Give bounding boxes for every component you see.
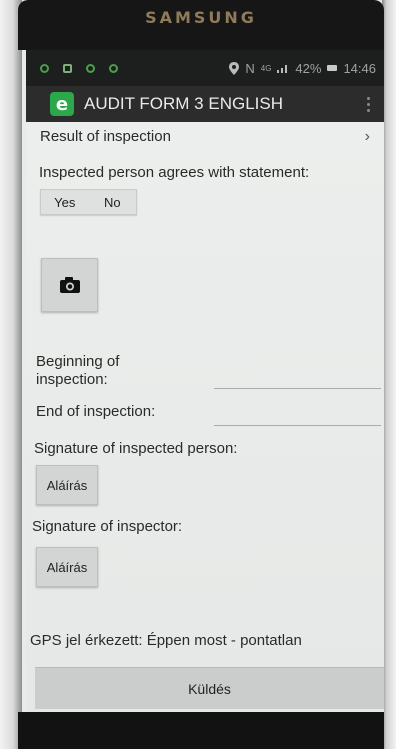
end-of-inspection-field[interactable] — [214, 405, 381, 426]
location-icon — [229, 61, 240, 75]
device-brand-logo: SAMSUNG — [145, 8, 257, 27]
app-bar: e AUDIT FORM 3 ENGLISH — [26, 86, 384, 122]
camera-icon — [59, 277, 80, 293]
notification-icon — [86, 63, 95, 73]
battery-icon — [327, 65, 338, 71]
end-of-inspection-label: End of inspection: — [36, 403, 156, 420]
agree-label: Inspected person agrees with statement: — [39, 164, 310, 181]
notification-icon — [109, 63, 118, 73]
overflow-menu-icon[interactable] — [362, 96, 374, 112]
signature-inspected-person-label: Signature of inspected person: — [34, 440, 238, 457]
notification-icons — [40, 63, 118, 73]
agree-no-option[interactable]: No — [89, 195, 137, 210]
agree-yes-option[interactable]: Yes — [41, 195, 89, 210]
gps-status-text: GPS jel érkezett: Éppen most - pontatlan — [30, 632, 302, 649]
nfc-icon: N — [245, 60, 255, 76]
signature-inspector-button[interactable]: Aláírás — [36, 547, 98, 587]
clock: 14:46 — [343, 60, 376, 76]
status-bar: N 4G 42% 14:46 — [26, 50, 384, 86]
agree-toggle[interactable]: Yes No — [40, 189, 137, 215]
phone-bezel-right — [382, 0, 396, 749]
result-of-inspection-label: Result of inspection — [40, 128, 171, 145]
beginning-of-inspection-field[interactable] — [214, 369, 381, 389]
notification-icon — [40, 63, 49, 73]
signature-inspector-label: Signature of inspector: — [32, 518, 183, 535]
chevron-right-icon: › — [364, 128, 370, 145]
image-notification-icon — [63, 63, 72, 73]
network-4g-icon: 4G — [260, 63, 272, 73]
signature-inspected-person-button[interactable]: Aláírás — [36, 465, 98, 505]
result-of-inspection-row[interactable]: Result of inspection › — [40, 128, 370, 146]
app-logo-icon: e — [50, 92, 74, 116]
signal-icon — [277, 65, 288, 73]
phone-bezel-left — [0, 0, 22, 749]
system-icons: N 4G 42% 14:46 — [229, 61, 376, 76]
camera-button[interactable] — [41, 258, 98, 312]
battery-percent: 42% — [295, 60, 322, 76]
phone-bezel-bottom — [18, 712, 384, 749]
phone-bezel-top: SAMSUNG — [18, 0, 384, 50]
beginning-of-inspection-label: Beginning of inspection: — [36, 353, 120, 388]
app-title: AUDIT FORM 3 ENGLISH — [84, 94, 283, 113]
form-content: Result of inspection › Inspected person … — [26, 122, 384, 712]
send-button[interactable]: Küldés — [35, 667, 384, 709]
